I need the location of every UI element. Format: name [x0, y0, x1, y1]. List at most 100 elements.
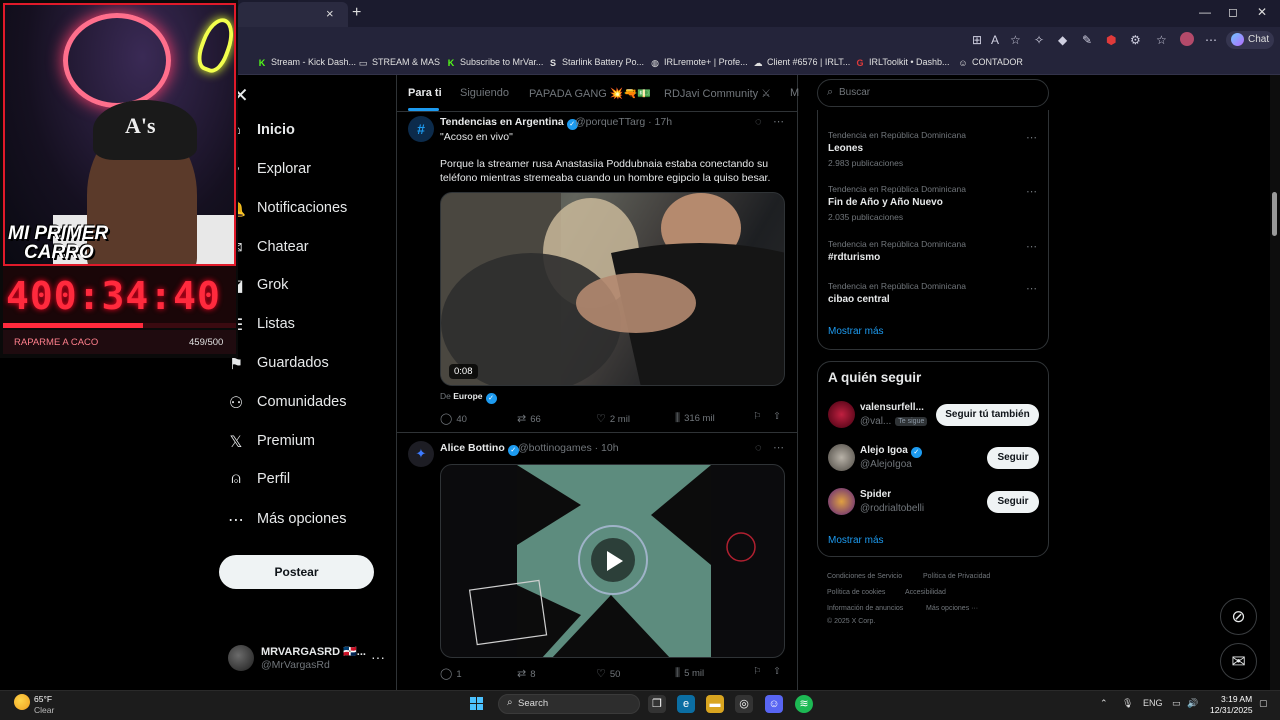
tab-siguiendo[interactable]: Siguiendo — [460, 87, 509, 99]
nav-item-home[interactable]: ⌂Inicio — [226, 117, 396, 149]
follow-button[interactable]: Seguir — [987, 447, 1039, 469]
nav-item-grok[interactable]: ◪Grok — [226, 272, 396, 304]
tab-close-icon[interactable]: × — [326, 6, 334, 21]
language-indicator[interactable]: ENG — [1143, 698, 1163, 708]
weather-icon[interactable] — [14, 694, 30, 710]
bookmark-item[interactable]: ▭ STREAM & MAS — [358, 57, 440, 68]
post-author[interactable]: Alice Bottino ✓ — [440, 442, 519, 456]
reply-button[interactable]: ◯ 1 — [440, 667, 462, 680]
new-tab-button[interactable]: + — [352, 4, 361, 22]
views-button[interactable]: ⫼ 316 mil — [675, 412, 715, 425]
bookmark-item[interactable]: K Subscribe to MrVar... — [446, 57, 544, 68]
trend-more-icon[interactable]: ⋯ — [1026, 240, 1037, 253]
avatar[interactable] — [828, 488, 855, 515]
follow-show-more-link[interactable]: Mostrar más — [828, 535, 884, 546]
nav-item-chat[interactable]: ✉Chatear — [226, 234, 396, 266]
post-video[interactable] — [440, 192, 785, 386]
post-handle[interactable]: @bottinogames · 10h — [518, 442, 619, 454]
grok-icon[interactable]: ◌ — [755, 442, 762, 454]
follow-user-name[interactable]: Spider — [860, 489, 891, 500]
nav-item-explore[interactable]: ⌕Explorar — [226, 156, 396, 188]
post-button[interactable]: Postear — [219, 555, 374, 589]
trend-more-icon[interactable]: ⋯ — [1026, 131, 1037, 144]
bookmark-icon[interactable]: ⚐ — [753, 411, 762, 422]
discord-icon[interactable]: ☺ — [765, 695, 783, 713]
trend-name[interactable]: cibao central — [828, 294, 890, 305]
read-aloud-icon[interactable]: A — [991, 33, 999, 47]
tab-papada-gang[interactable]: PAPADA GANG 💥🔫💵 — [529, 87, 651, 100]
tray-chevron-icon[interactable]: ⌃ — [1100, 698, 1108, 709]
scrollbar-thumb[interactable] — [1272, 192, 1277, 236]
post-handle[interactable]: @porqueTTarg · 17h — [575, 116, 672, 128]
follow-user-name[interactable]: Alejo Igoa ✓ — [860, 445, 922, 458]
bookmark-item[interactable]: G IRLToolkit • Dashb... — [855, 57, 949, 68]
nav-item-communities[interactable]: ⚇ Comunidades — [226, 389, 396, 421]
nav-item-bookmarks[interactable]: ⚑ Guardados — [226, 350, 396, 382]
maximize-button[interactable]: ◻ — [1228, 5, 1238, 19]
spotify-icon[interactable]: ≋ — [795, 695, 813, 713]
close-window-button[interactable]: ✕ — [1257, 5, 1267, 19]
bookmark-icon[interactable]: ⚐ — [753, 666, 762, 677]
favorites-icon[interactable]: ☆ — [1156, 33, 1167, 47]
views-button[interactable]: ⫼ 5 mil — [675, 667, 704, 680]
repost-button[interactable]: ⇄ 66 — [517, 412, 541, 425]
footer-link[interactable]: Información de anuncios — [827, 605, 903, 612]
nav-item-more[interactable]: ⋯ Más opciones — [226, 506, 396, 538]
footer-link[interactable]: Condiciones de Servicio — [827, 573, 902, 580]
bookmark-item[interactable]: ◍ IRLremote+ | Profe... — [650, 57, 748, 68]
clock-time[interactable]: 3:19 AM — [1221, 694, 1252, 704]
extension-shield-icon[interactable]: ⬢ — [1106, 33, 1116, 47]
nav-item-profile[interactable]: ⍝ Perfil — [226, 466, 396, 498]
account-avatar[interactable] — [228, 645, 254, 671]
bookmark-item[interactable]: ☺ CONTADOR — [958, 57, 1022, 68]
tab-rdjavi-community[interactable]: RDJavi Community ⚔ — [664, 87, 771, 100]
nav-item-lists[interactable]: ☰Listas — [226, 311, 396, 343]
post-avatar[interactable]: ✦ — [408, 441, 434, 467]
app-icon[interactable]: ◎ — [735, 695, 753, 713]
footer-link[interactable]: Política de cookies — [827, 589, 885, 596]
follow-user-name[interactable]: valensurfell... — [860, 402, 924, 413]
footer-link[interactable]: Accesibilidad — [905, 589, 946, 596]
share-icon[interactable]: ⇧ — [773, 411, 781, 422]
weather-temperature[interactable]: 65°F — [34, 694, 52, 704]
favorite-star-icon[interactable]: ☆ — [1010, 33, 1021, 47]
more-menu-icon[interactable]: ⋯ — [1205, 33, 1217, 47]
avatar[interactable] — [828, 401, 855, 428]
edge-icon[interactable]: e — [677, 695, 695, 713]
file-explorer-icon[interactable]: ▬ — [706, 695, 724, 713]
task-view-icon[interactable]: ❐ — [648, 695, 666, 713]
trend-more-icon[interactable]: ⋯ — [1026, 185, 1037, 198]
follow-back-button[interactable]: Seguir tú también — [936, 404, 1039, 426]
apps-icon[interactable]: ⊞ — [972, 33, 982, 47]
avatar[interactable] — [828, 444, 855, 471]
reply-button[interactable]: ◯ 40 — [440, 412, 467, 425]
follow-button[interactable]: Seguir — [987, 491, 1039, 513]
account-more-icon[interactable]: ··· — [371, 649, 385, 665]
share-icon[interactable]: ⇧ — [773, 666, 781, 677]
microphone-icon[interactable]: 🎙 — [1122, 698, 1133, 709]
trend-name[interactable]: #rdturismo — [828, 252, 880, 263]
messages-float-button[interactable]: ✉ — [1220, 643, 1257, 680]
tab-para-ti[interactable]: Para ti — [408, 87, 442, 99]
grok-float-button[interactable]: ⊘ — [1220, 598, 1257, 635]
minimize-button[interactable]: — — [1199, 5, 1211, 19]
extension-pen-icon[interactable]: ✎ — [1082, 33, 1092, 47]
like-button[interactable]: ♡ 50 — [596, 667, 620, 680]
network-icon[interactable]: ▭ — [1172, 698, 1181, 709]
nav-item-premium[interactable]: 𝕏 Premium — [226, 428, 396, 460]
repost-button[interactable]: ⇄ 8 — [517, 667, 536, 680]
scrollbar[interactable] — [1270, 75, 1280, 690]
extensions-icon[interactable]: ⚙ — [1130, 33, 1141, 47]
account-name[interactable]: MRVARGASRD 🇩🇴... — [261, 645, 366, 658]
notifications-icon[interactable]: ▢ — [1259, 698, 1268, 709]
bookmark-item[interactable]: ☁ Client #6576 | IRLT... — [753, 57, 851, 68]
trend-more-icon[interactable]: ⋯ — [1026, 282, 1037, 295]
play-button[interactable] — [593, 541, 633, 581]
volume-icon[interactable]: 🔊 — [1187, 698, 1198, 709]
footer-link[interactable]: Política de Privacidad — [923, 573, 990, 580]
nav-item-notifications[interactable]: 🔔Notificaciones — [226, 195, 396, 227]
trend-name[interactable]: Fin de Año y Año Nuevo — [828, 197, 943, 208]
profile-avatar[interactable] — [1180, 32, 1194, 46]
like-button[interactable]: ♡ 2 mil — [596, 412, 630, 425]
clock-date[interactable]: 12/31/2025 — [1210, 705, 1253, 715]
